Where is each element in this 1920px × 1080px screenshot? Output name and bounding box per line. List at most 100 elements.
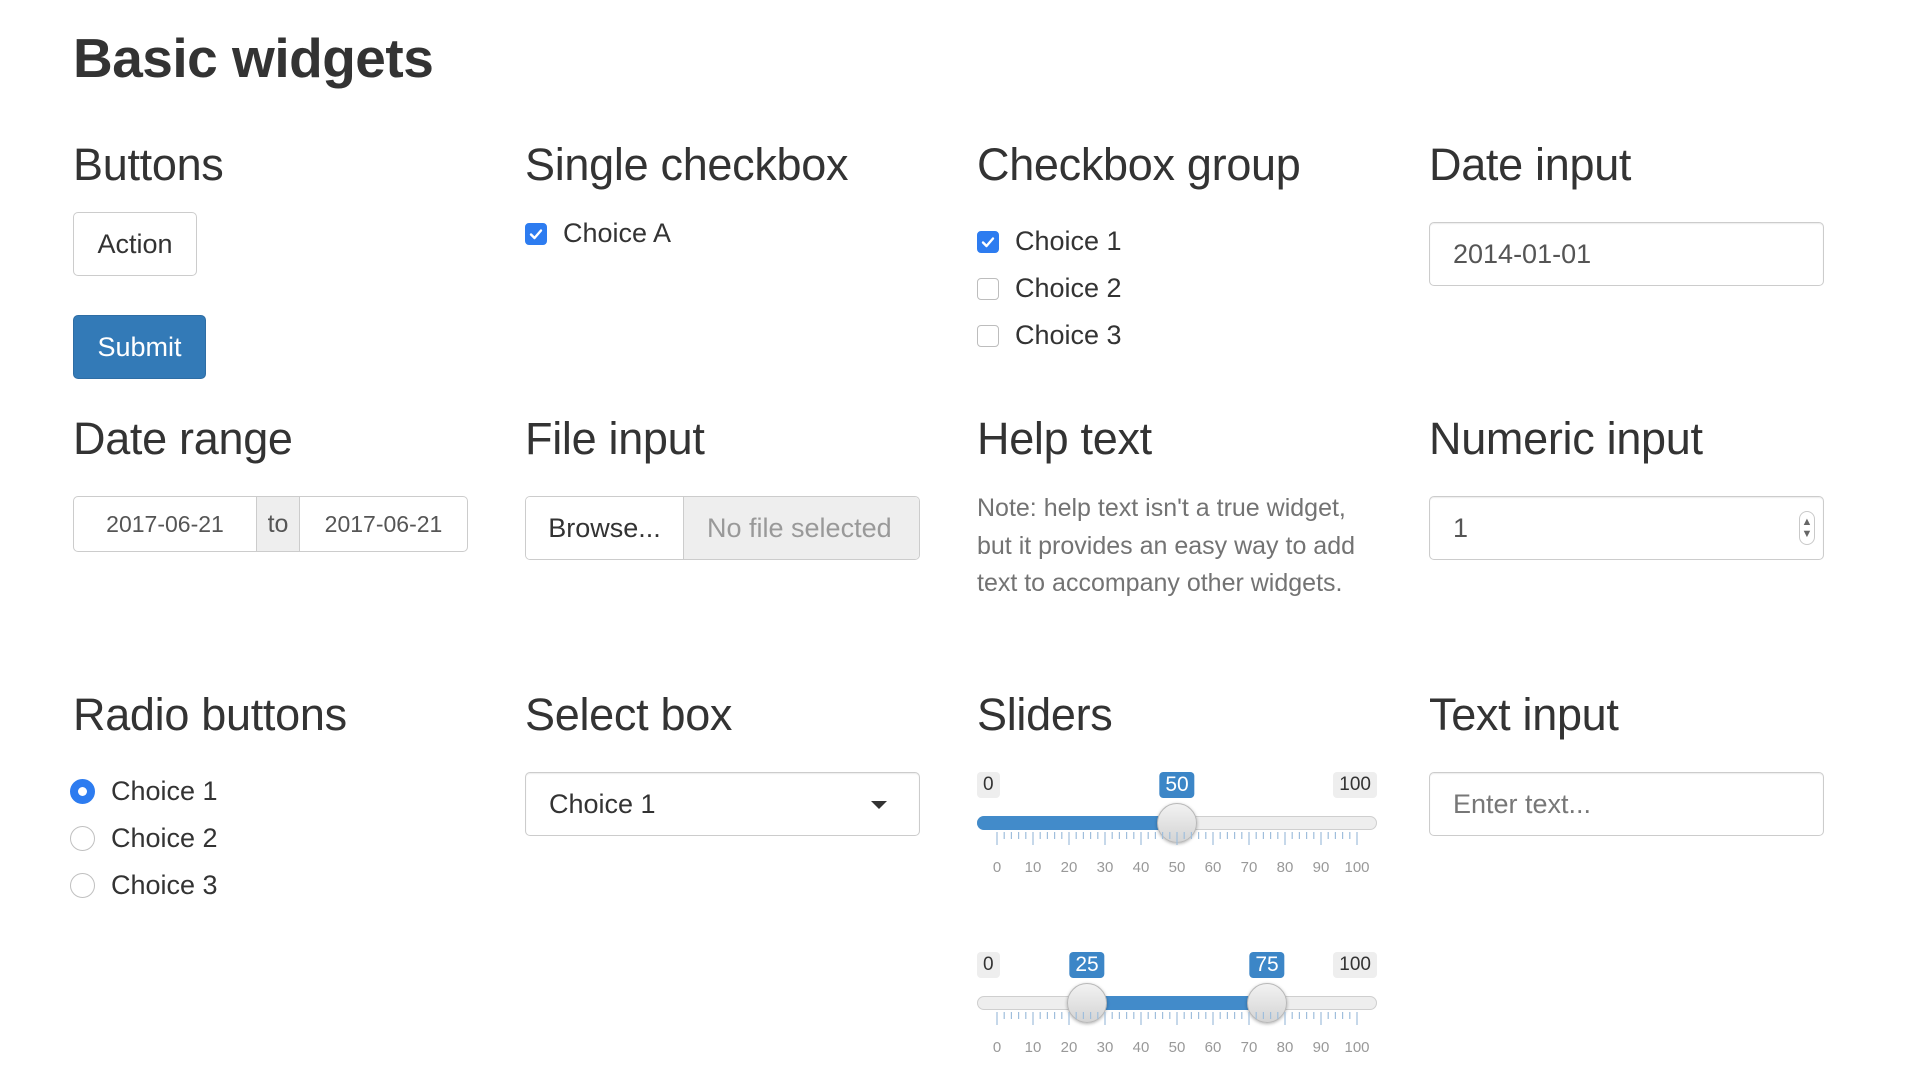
slider-tick-label: 40 (1132, 859, 1150, 876)
help-text-section: Help text Note: help text isn't a true w… (977, 414, 1429, 690)
slider-tick-label: 20 (1060, 859, 1078, 876)
single-checkbox-section: Single checkbox Choice A (525, 140, 977, 414)
slider-tick-label: 50 (1168, 1039, 1186, 1056)
page-title: Basic widgets (73, 27, 434, 89)
numeric-input-heading: Numeric input (1429, 413, 1703, 464)
slider-tick-label: 10 (1024, 1039, 1042, 1056)
single-checkbox-heading: Single checkbox (525, 139, 849, 190)
slider-fill (1087, 996, 1267, 1010)
date-input-field[interactable]: 2014-01-01 (1429, 222, 1824, 286)
radio-label: Choice 2 (111, 823, 218, 853)
slider-tick-labels: 0 10 20 30 40 50 60 70 80 90 100 (977, 859, 1377, 879)
text-input-section: Text input Enter text... (1429, 690, 1881, 1020)
checkbox-unchecked-icon[interactable] (977, 324, 999, 347)
checkbox-checked-icon[interactable] (525, 222, 547, 245)
sliders-heading: Sliders (977, 689, 1113, 740)
text-input-field[interactable]: Enter text... (1429, 772, 1824, 836)
date-range-separator: to (256, 497, 300, 551)
checkbox-group-item[interactable]: Choice 3 (977, 320, 1122, 351)
slider-tick-label: 90 (1312, 859, 1330, 876)
help-text-body: Note: help text isn't a true widget, but… (977, 494, 1356, 597)
single-checkbox[interactable]: Choice A (525, 218, 671, 249)
file-input-heading: File input (525, 413, 705, 464)
slider-tick-label: 90 (1312, 1039, 1330, 1056)
checkbox-group-label: Choice 1 (1015, 226, 1122, 256)
spinner-down-icon[interactable]: ▼ (1802, 528, 1813, 540)
checkbox-group-section: Checkbox group Choice 1 Choice 2 Choice … (977, 140, 1429, 414)
file-status-field: No file selected (684, 497, 919, 559)
slider-tick-label: 80 (1276, 1039, 1294, 1056)
radio-label: Choice 3 (111, 870, 218, 900)
file-input: Browse... No file selected (525, 496, 920, 560)
slider-max-label: 100 (1333, 772, 1377, 798)
slider-tick-label: 30 (1096, 859, 1114, 876)
help-text-heading: Help text (977, 413, 1152, 464)
spinner-arrows-icon[interactable]: ▲ ▼ (1799, 511, 1815, 545)
date-input-value: 2014-01-01 (1453, 238, 1592, 269)
slider-tick-label: 100 (1344, 859, 1370, 876)
checkbox-group-label: Choice 3 (1015, 320, 1122, 350)
slider-tick-label: 0 (992, 1039, 1002, 1056)
widgets-grid: Buttons Action Submit Single checkbox Ch… (70, 140, 1881, 1056)
checkbox-checked-icon[interactable] (977, 230, 999, 253)
text-input-placeholder: Enter text... (1453, 788, 1592, 819)
slider-value-badge: 50 (1159, 772, 1195, 798)
date-range-heading: Date range (73, 413, 293, 464)
slider-tick-label: 80 (1276, 859, 1294, 876)
checkbox-unchecked-icon[interactable] (977, 277, 999, 300)
spinner-up-icon[interactable]: ▲ (1802, 516, 1813, 528)
checkbox-group-label: Choice 2 (1015, 273, 1122, 303)
checkbox-group-heading: Checkbox group (977, 139, 1301, 190)
buttons-section: Buttons Action Submit (73, 140, 525, 414)
checkbox-group-item[interactable]: Choice 2 (977, 273, 1122, 304)
date-range-start-field[interactable]: 2017-06-21 (74, 497, 256, 551)
radio-label: Choice 1 (111, 776, 218, 806)
date-range-input: 2017-06-21 to 2017-06-21 (73, 496, 468, 552)
date-range-section: Date range 2017-06-21 to 2017-06-21 (73, 414, 525, 690)
buttons-heading: Buttons (73, 139, 224, 190)
numeric-input-field[interactable]: 1 ▲ ▼ (1429, 496, 1824, 560)
slider-tick-label: 100 (1344, 1039, 1370, 1056)
slider-ticks (996, 832, 1358, 845)
radio-selected-icon[interactable] (70, 779, 95, 804)
date-range-end-field[interactable]: 2017-06-21 (300, 497, 467, 551)
select-box[interactable]: Choice 1 (525, 772, 920, 836)
date-input-heading: Date input (1429, 139, 1632, 190)
slider-ticks (996, 1012, 1358, 1025)
submit-button[interactable]: Submit (73, 315, 206, 379)
slider-tick-label: 50 (1168, 859, 1186, 876)
radio-unselected-icon[interactable] (70, 873, 95, 898)
slider-tick-label: 70 (1240, 859, 1258, 876)
sliders-section: Sliders 0 100 50 0 10 20 30 40 50 60 70 80 90 100 … (977, 689, 1429, 1056)
select-box-section: Select box Choice 1 (525, 690, 977, 1020)
slider-min-label: 0 (977, 952, 1000, 978)
browse-button[interactable]: Browse... (526, 497, 684, 559)
slider-tick-label: 0 (992, 859, 1002, 876)
checkbox-group-item[interactable]: Choice 1 (977, 226, 1122, 257)
slider-tick-label: 10 (1024, 859, 1042, 876)
select-box-heading: Select box (525, 689, 733, 740)
radio-buttons-section: Radio buttons Choice 1 Choice 2 Choice 3 (70, 690, 525, 1020)
radio-unselected-icon[interactable] (70, 826, 95, 851)
slider-min-label: 0 (977, 772, 1000, 798)
radio-item[interactable]: Choice 1 (70, 776, 218, 807)
slider-tick-label: 40 (1132, 1039, 1150, 1056)
text-input-heading: Text input (1429, 689, 1619, 740)
date-input-section: Date input 2014-01-01 (1429, 140, 1881, 414)
radio-item[interactable]: Choice 3 (70, 870, 218, 901)
slider-fill (977, 816, 1177, 830)
slider-tick-labels: 0 10 20 30 40 50 60 70 80 90 100 (977, 1039, 1377, 1059)
slider-tick-label: 30 (1096, 1039, 1114, 1056)
slider-to-badge: 75 (1249, 952, 1285, 978)
single-slider[interactable]: 0 100 50 0 10 20 30 40 50 60 70 80 90 100 (977, 772, 1377, 892)
range-slider[interactable]: 0 100 25 75 0 10 20 30 40 50 60 70 80 90 100 (977, 952, 1377, 1072)
single-checkbox-label: Choice A (563, 218, 672, 248)
radio-item[interactable]: Choice 2 (70, 823, 218, 854)
caret-down-icon[interactable] (871, 801, 887, 809)
select-box-value: Choice 1 (549, 788, 656, 819)
action-button[interactable]: Action (73, 212, 197, 276)
numeric-input-section: Numeric input 1 ▲ ▼ (1429, 414, 1881, 690)
slider-max-label: 100 (1333, 952, 1377, 978)
numeric-input-value: 1 (1453, 512, 1469, 543)
slider-tick-label: 60 (1204, 859, 1222, 876)
